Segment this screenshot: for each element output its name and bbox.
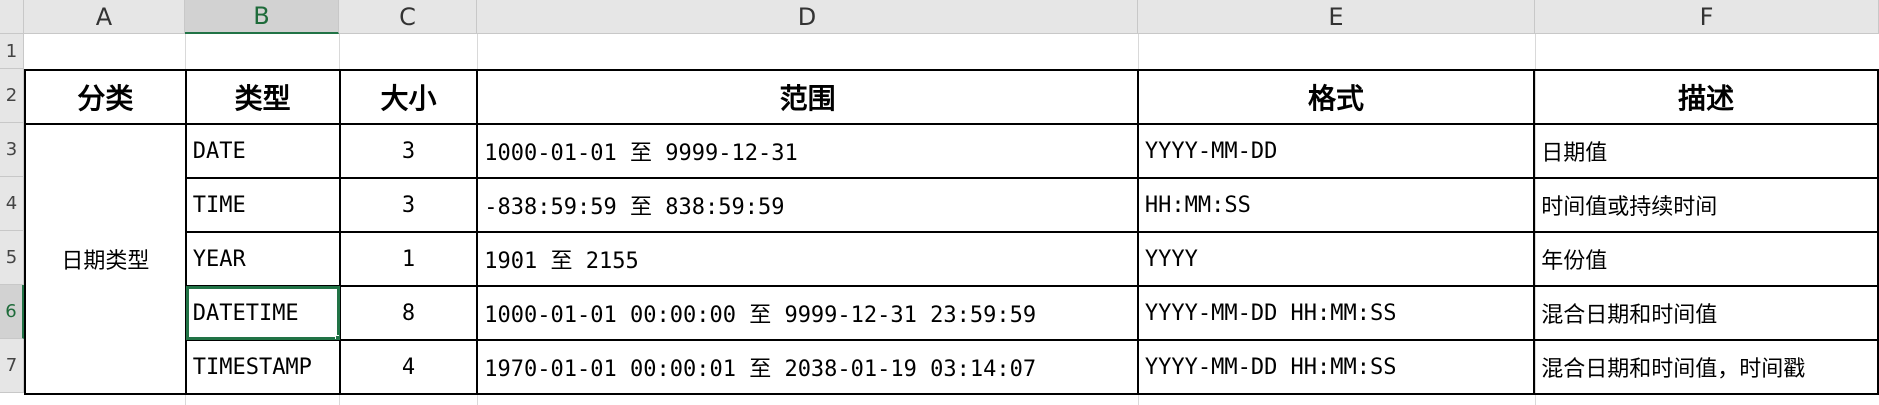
header-range[interactable]: 范围 xyxy=(476,69,1139,125)
type-cell-active[interactable]: DATETIME xyxy=(184,285,341,341)
range-cell[interactable]: 1000-01-01 至 9999-12-31 xyxy=(476,123,1139,179)
fill-handle[interactable] xyxy=(334,335,338,338)
description-cell[interactable]: 混合日期和时间值，时间戳 xyxy=(1533,339,1879,395)
type-cell[interactable]: TIME xyxy=(184,177,341,233)
range-cell[interactable]: 1970-01-01 00:00:01 至 2038-01-19 03:14:0… xyxy=(476,339,1139,395)
size-cell[interactable]: 4 xyxy=(338,339,479,395)
range-cell[interactable]: 1000-01-01 00:00:00 至 9999-12-31 23:59:5… xyxy=(476,285,1139,341)
table-row: 日期类型 DATE 3 1000-01-01 至 9999-12-31 YYYY… xyxy=(24,123,1879,395)
type-cell[interactable]: TIMESTAMP xyxy=(184,339,341,395)
header-category[interactable]: 分类 xyxy=(24,69,187,125)
header-format[interactable]: 格式 xyxy=(1136,69,1536,125)
format-cell[interactable]: YYYY xyxy=(1136,231,1536,287)
row-header-7[interactable]: 7 xyxy=(0,339,24,393)
column-header-b[interactable]: B xyxy=(185,0,339,34)
format-cell[interactable]: YYYY-MM-DD HH:MM:SS xyxy=(1136,285,1536,341)
description-cell[interactable]: 混合日期和时间值 xyxy=(1533,285,1879,341)
row-header-1[interactable]: 1 xyxy=(0,34,24,69)
type-cell[interactable]: YEAR xyxy=(184,231,341,287)
table-row: DATETIME 8 1000-01-01 00:00:00 至 9999-12… xyxy=(25,285,1879,341)
type-cell[interactable]: DATE xyxy=(184,123,341,179)
table-row: TIMESTAMP 4 1970-01-01 00:00:01 至 2038-0… xyxy=(25,339,1879,395)
spreadsheet: A B C D E F 1 2 3 4 5 6 7 分类 类型 大小 范围 格式… xyxy=(0,0,1879,405)
row-header-5[interactable]: 5 xyxy=(0,231,24,285)
format-cell[interactable]: YYYY-MM-DD HH:MM:SS xyxy=(1136,339,1536,395)
table-row: YEAR 1 1901 至 2155 YYYY 年份值 xyxy=(25,231,1879,287)
description-cell[interactable]: 时间值或持续时间 xyxy=(1533,177,1879,233)
column-header-e[interactable]: E xyxy=(1138,0,1535,34)
column-header-f[interactable]: F xyxy=(1535,0,1879,34)
row-header-6[interactable]: 6 xyxy=(0,285,24,339)
size-cell[interactable]: 3 xyxy=(338,177,479,233)
column-header-c[interactable]: C xyxy=(339,0,477,34)
row-header-4[interactable]: 4 xyxy=(0,177,24,231)
format-cell[interactable]: HH:MM:SS xyxy=(1136,177,1536,233)
data-table: 分类 类型 大小 范围 格式 描述 日期类型 DATE 3 1000-01-01… xyxy=(24,69,1879,395)
row-header-3[interactable]: 3 xyxy=(0,123,24,177)
description-cell[interactable]: 年份值 xyxy=(1533,231,1879,287)
header-size[interactable]: 大小 xyxy=(338,69,479,125)
column-header-d[interactable]: D xyxy=(477,0,1138,34)
format-cell[interactable]: YYYY-MM-DD xyxy=(1136,123,1536,179)
column-header-a[interactable]: A xyxy=(24,0,185,34)
size-cell[interactable]: 3 xyxy=(338,123,479,179)
range-cell[interactable]: 1901 至 2155 xyxy=(476,231,1139,287)
range-cell[interactable]: -838:59:59 至 838:59:59 xyxy=(476,177,1139,233)
type-cell-text: DATETIME xyxy=(192,300,299,326)
size-cell[interactable]: 1 xyxy=(338,231,479,287)
header-description[interactable]: 描述 xyxy=(1533,69,1879,125)
select-all-corner[interactable] xyxy=(0,0,24,34)
category-cell[interactable]: 日期类型 xyxy=(24,123,187,395)
table-header-row: 分类 类型 大小 范围 格式 描述 xyxy=(24,69,1879,125)
size-cell[interactable]: 8 xyxy=(338,285,479,341)
row-header-2[interactable]: 2 xyxy=(0,69,24,123)
table-row: TIME 3 -838:59:59 至 838:59:59 HH:MM:SS 时… xyxy=(25,177,1879,233)
description-cell[interactable]: 日期值 xyxy=(1533,123,1879,179)
header-type[interactable]: 类型 xyxy=(184,69,341,125)
